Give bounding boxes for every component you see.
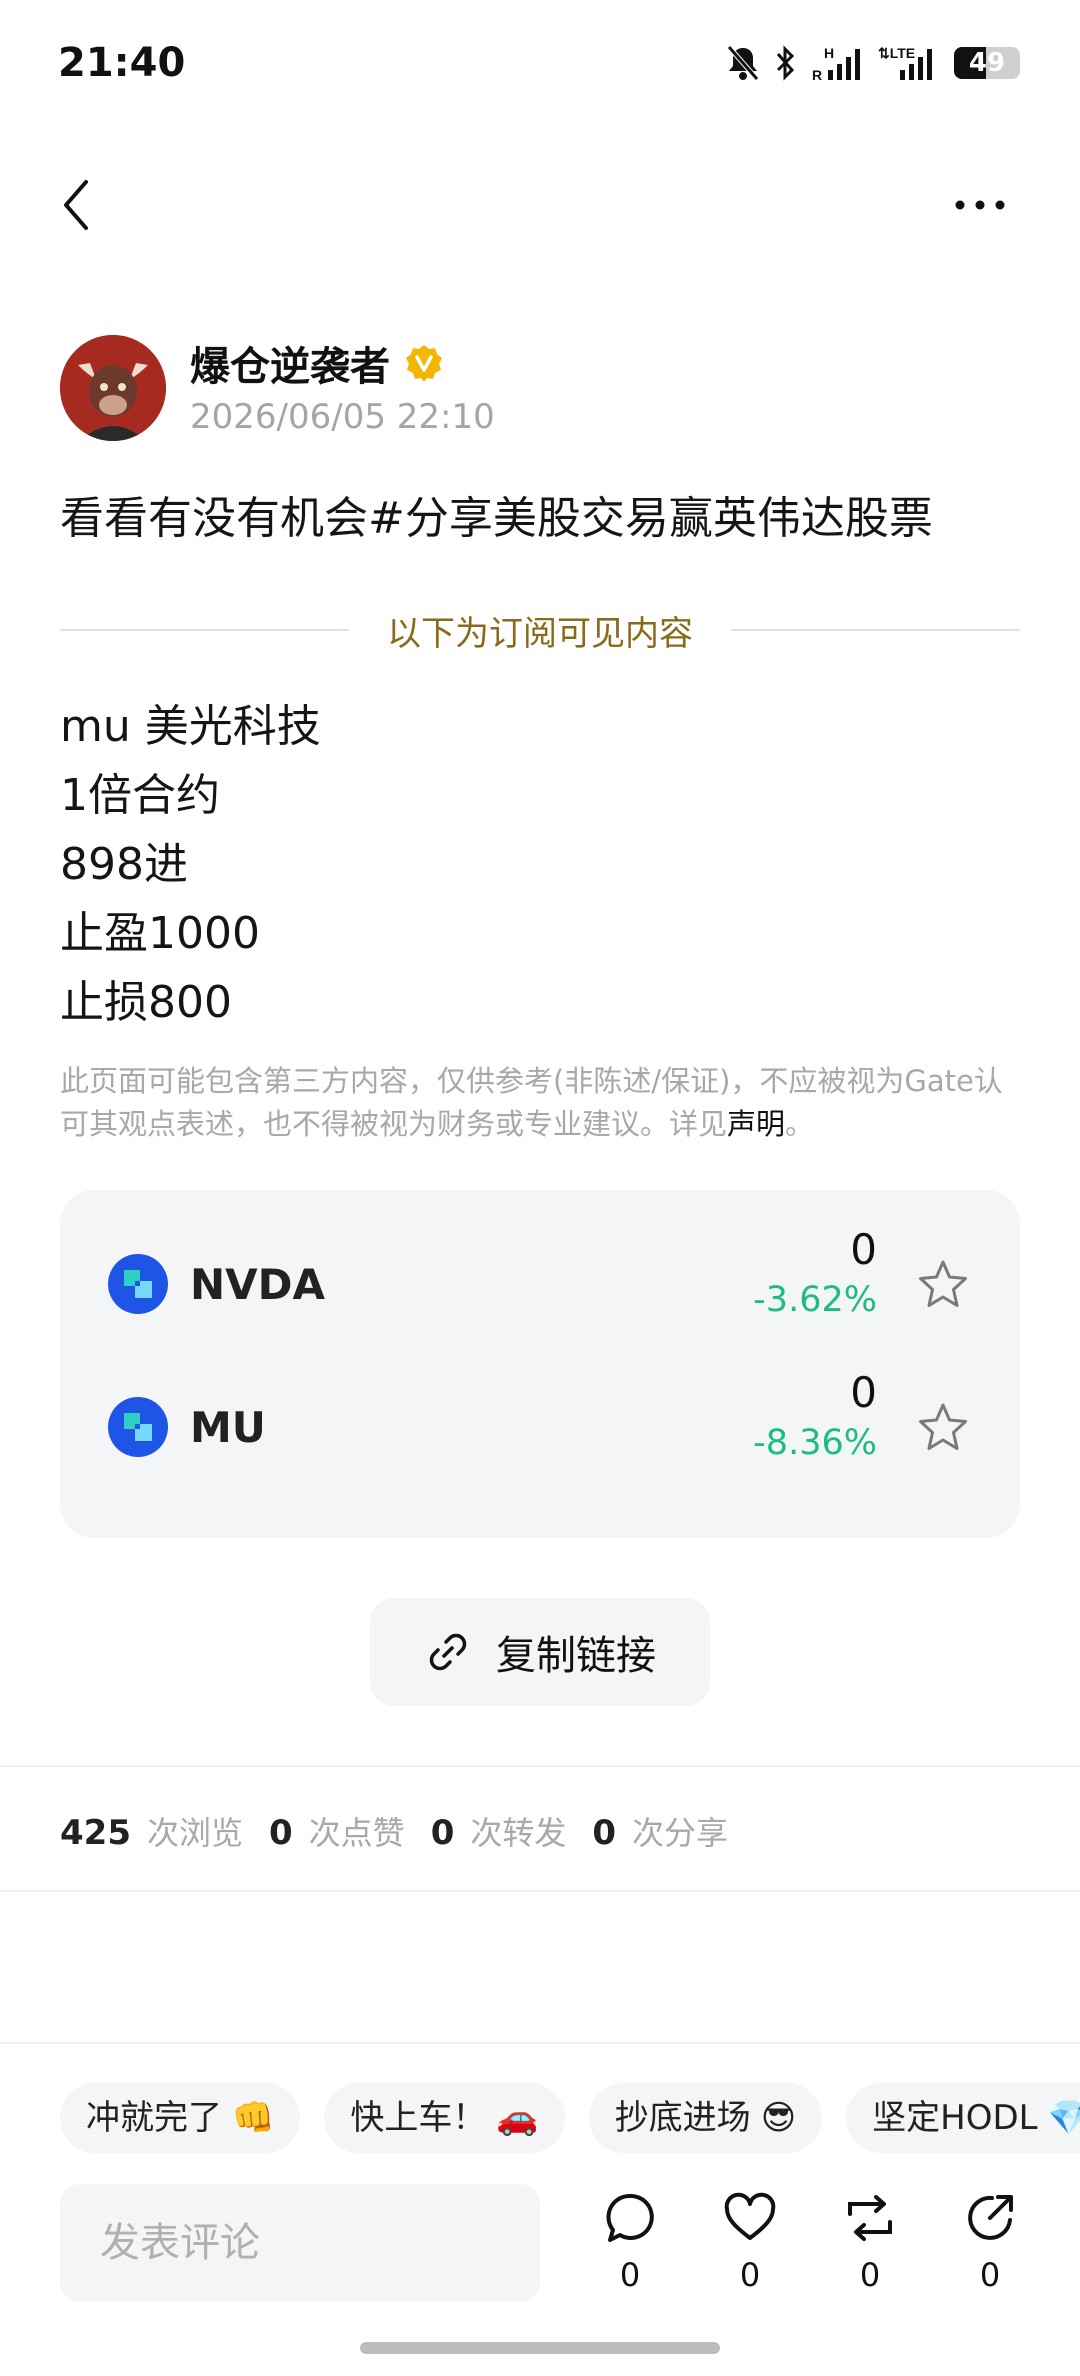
post-line: 止盈1000 xyxy=(60,908,260,959)
stock-symbol: NVDA xyxy=(190,1260,326,1309)
separator xyxy=(0,1765,1080,1767)
author-header: 爆仓逆袭者 2026/06/05 22:10 xyxy=(60,335,495,441)
stock-change: -8.36% xyxy=(753,1423,877,1463)
status-icons: R H ⇅LTE 49 xyxy=(726,44,1020,82)
repost-icon xyxy=(848,2195,892,2241)
more-dots-icon xyxy=(955,200,1005,210)
svg-text:H: H xyxy=(824,45,834,61)
comment-button[interactable]: 0 xyxy=(590,2190,670,2294)
more-options-button[interactable] xyxy=(940,180,1020,230)
quick-reply-chips: 冲就完了 👊 快上车！ 🚗 抄底进场 😎 坚定HODL 💎 xyxy=(60,2083,1080,2153)
gate-logo-icon xyxy=(124,1270,152,1298)
chip-text: 抄底进场 xyxy=(614,2098,751,2138)
heart-icon xyxy=(724,2192,776,2240)
quick-reply-chip[interactable]: 坚定HODL 💎 xyxy=(846,2083,1080,2153)
post-line: 898进 xyxy=(60,839,188,890)
star-icon[interactable] xyxy=(916,1401,970,1455)
like-button[interactable]: 0 xyxy=(710,2190,790,2294)
shares-label: 次分享 xyxy=(632,1814,729,1852)
signal-icon: R H xyxy=(812,45,860,82)
chip-emoji: 🚗 xyxy=(496,2098,539,2138)
chip-text: 坚定HODL xyxy=(872,2098,1038,2138)
stock-price: 0 xyxy=(850,1368,877,1417)
share-icon xyxy=(968,2195,1013,2240)
divider-line-left xyxy=(60,629,349,631)
stock-logo-icon xyxy=(108,1254,168,1314)
chip-emoji: 😎 xyxy=(760,2098,797,2138)
star-icon[interactable] xyxy=(916,1258,970,1312)
author-info: 爆仓逆袭者 2026/06/05 22:10 xyxy=(190,335,495,437)
quick-reply-chip[interactable]: 冲就完了 👊 xyxy=(60,2083,301,2153)
stock-change: -3.62% xyxy=(753,1280,877,1320)
separator xyxy=(0,1890,1080,1892)
chevron-left-icon xyxy=(64,180,88,230)
post-line: 止损800 xyxy=(60,977,232,1028)
stock-price: 0 xyxy=(850,1225,877,1274)
comment-input[interactable]: 发表评论 xyxy=(60,2184,540,2302)
chip-text: 快上车！ xyxy=(350,2098,487,2138)
svg-text:⇅LTE: ⇅LTE xyxy=(878,45,915,61)
post-line: mu 美光科技 xyxy=(60,701,321,752)
link-icon xyxy=(429,1633,467,1671)
reposts-count: 0 xyxy=(430,1813,455,1853)
status-bar: 21:40 R H ⇅LTE 49 xyxy=(0,0,1080,130)
mute-bell-icon xyxy=(727,45,759,81)
share-button[interactable]: 0 xyxy=(950,2190,1030,2294)
repost-count: 0 xyxy=(859,2256,881,2294)
bluetooth-icon xyxy=(776,45,795,81)
status-time: 21:40 xyxy=(58,40,186,86)
views-label: 次浏览 xyxy=(146,1814,243,1852)
back-button[interactable] xyxy=(52,170,112,240)
post-timestamp: 2026/06/05 22:10 xyxy=(190,397,495,437)
disclaimer-end: 。 xyxy=(785,1107,815,1141)
chip-emoji: 💎 xyxy=(1047,2098,1080,2138)
share-count: 0 xyxy=(979,2256,1001,2294)
shares-count: 0 xyxy=(592,1813,617,1853)
disclaimer-link[interactable]: 声明 xyxy=(727,1107,785,1141)
divider-line-right xyxy=(731,629,1020,631)
post-line: 1倍合约 xyxy=(60,770,220,821)
quick-reply-chip[interactable]: 抄底进场 😎 xyxy=(588,2083,823,2153)
battery-icon: 49 xyxy=(954,47,1020,79)
related-stocks-card: NVDA 0 -3.62% MU 0 -8.36% xyxy=(60,1190,1020,1538)
quick-reply-chip[interactable]: 快上车！ 🚗 xyxy=(324,2083,565,2153)
home-indicator[interactable] xyxy=(360,2342,720,2354)
separator xyxy=(0,2042,1080,2044)
svg-text:R: R xyxy=(812,67,822,82)
disclaimer: 此页面可能包含第三方内容，仅供参考(非陈述/保证)，不应被视为Gate认可其观点… xyxy=(60,1060,1020,1146)
author-name[interactable]: 爆仓逆袭者 xyxy=(190,334,390,392)
repost-button[interactable]: 0 xyxy=(830,2190,910,2294)
stock-symbol: MU xyxy=(190,1403,266,1452)
avatar[interactable] xyxy=(60,335,166,441)
chip-text: 冲就完了 xyxy=(86,2098,222,2138)
likes-label: 次点赞 xyxy=(308,1814,405,1852)
post-body: mu 美光科技 1倍合约 898进 止盈1000 止损800 xyxy=(60,695,321,1040)
subscriber-divider-label: 以下为订阅可见内容 xyxy=(387,613,693,654)
lte-signal-icon: ⇅LTE xyxy=(878,45,932,80)
chip-emoji: 👊 xyxy=(232,2098,275,2138)
gate-logo-icon xyxy=(124,1413,152,1441)
likes-count: 0 xyxy=(269,1813,293,1853)
post-stats: 425 次浏览 0 次点赞 0 次转发 0 次分享 xyxy=(60,1808,754,1854)
disclaimer-text: 此页面可能包含第三方内容，仅供参考(非陈述/保证)，不应被视为Gate认可其观点… xyxy=(60,1064,1003,1141)
verified-badge-icon xyxy=(406,345,442,382)
battery-level: 49 xyxy=(968,48,1006,78)
comment-icon xyxy=(606,2193,654,2242)
bull-avatar-icon xyxy=(60,335,166,441)
copy-link-label: 复制链接 xyxy=(496,1633,656,1679)
reposts-label: 次转发 xyxy=(470,1814,567,1852)
subscriber-divider: 以下为订阅可见内容 xyxy=(60,605,1020,655)
comment-count: 0 xyxy=(619,2256,641,2294)
post-title: 看看有没有机会#分享美股交易赢英伟达股票 xyxy=(60,493,933,544)
stock-row-mu[interactable]: MU 0 -8.36% xyxy=(60,1363,1020,1493)
stock-logo-icon xyxy=(108,1397,168,1457)
author-name-row: 爆仓逆袭者 xyxy=(190,335,495,391)
stock-row-nvda[interactable]: NVDA 0 -3.62% xyxy=(60,1220,1020,1350)
copy-link-button[interactable]: 复制链接 xyxy=(370,1598,710,1706)
like-count: 0 xyxy=(739,2256,761,2294)
views-count: 425 xyxy=(60,1813,131,1853)
